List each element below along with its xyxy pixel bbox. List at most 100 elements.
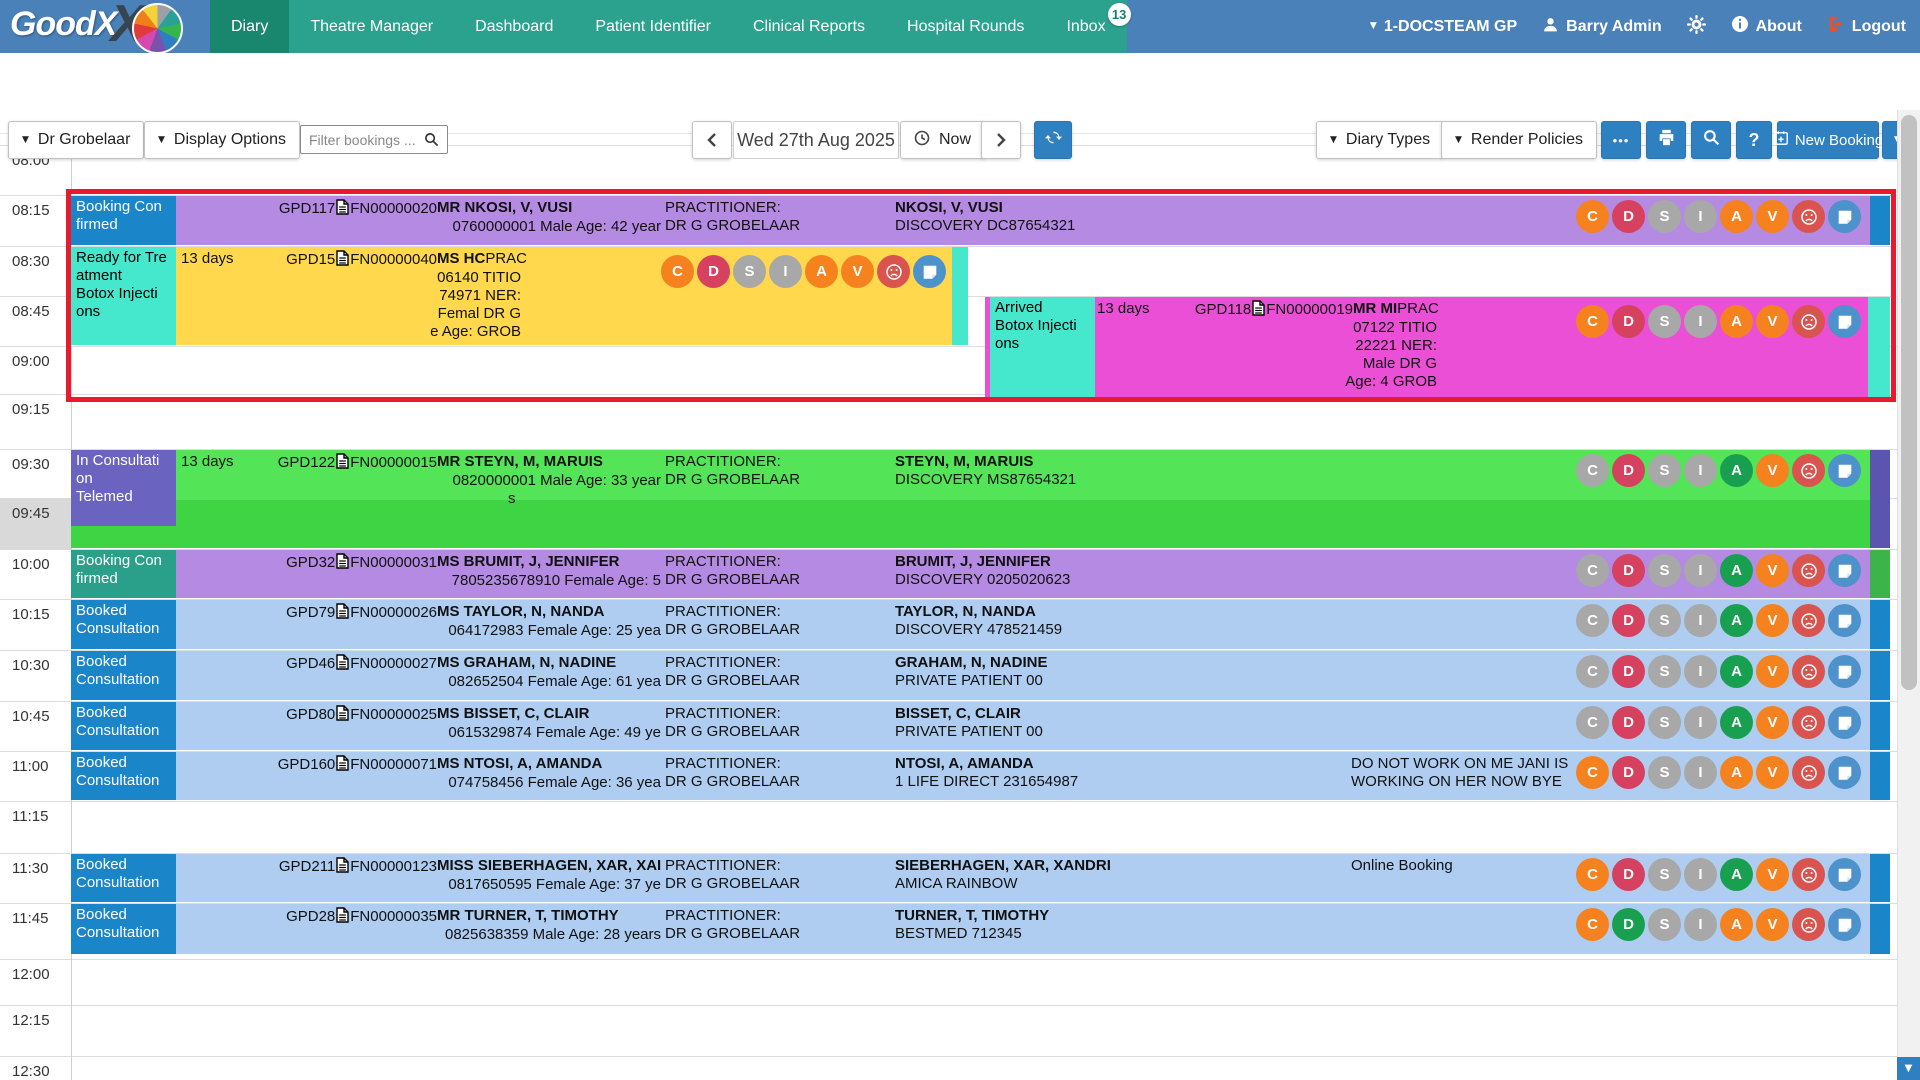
time-slot-row[interactable]: 11:15: [0, 801, 1897, 853]
time-slot-row[interactable]: 12:00: [0, 959, 1897, 1005]
action-button-a[interactable]: A: [805, 255, 838, 288]
settings-button[interactable]: [1687, 15, 1706, 39]
action-button-i[interactable]: I: [1684, 756, 1717, 789]
booking-mi[interactable]: ArrivedBotox Injections13 daysGPD118FN00…: [985, 297, 1890, 398]
time-slot-row[interactable]: 12:15: [0, 1005, 1897, 1056]
action-button-i[interactable]: I: [1684, 305, 1717, 338]
action-button-c[interactable]: C: [1576, 305, 1609, 338]
action-button-i[interactable]: I: [1684, 655, 1717, 688]
action-button-no-show-icon[interactable]: [1792, 554, 1825, 587]
about-button[interactable]: About: [1731, 15, 1802, 38]
action-button-s[interactable]: S: [1648, 604, 1681, 637]
action-button-note-icon[interactable]: [1828, 858, 1861, 891]
refresh-button[interactable]: [1034, 121, 1072, 159]
booking-sieberhagen[interactable]: BookedConsultationGPD211FN00000123MISS S…: [71, 854, 1890, 902]
scroll-down-button[interactable]: ▼: [1897, 1057, 1920, 1080]
action-button-d[interactable]: D: [1612, 604, 1645, 637]
action-button-a[interactable]: A: [1720, 604, 1753, 637]
action-button-s[interactable]: S: [1648, 305, 1681, 338]
practitioner-dropdown[interactable]: ▼ Dr Grobelaar: [8, 121, 144, 159]
action-button-a[interactable]: A: [1720, 305, 1753, 338]
action-button-d[interactable]: D: [1612, 655, 1645, 688]
action-button-v[interactable]: V: [1756, 554, 1789, 587]
action-button-c[interactable]: C: [1576, 554, 1609, 587]
action-button-note-icon[interactable]: [1828, 706, 1861, 739]
action-button-v[interactable]: V: [841, 255, 874, 288]
action-button-i[interactable]: I: [1684, 908, 1717, 941]
action-button-no-show-icon[interactable]: [1792, 756, 1825, 789]
action-button-note-icon[interactable]: [913, 255, 946, 288]
action-button-d[interactable]: D: [1612, 908, 1645, 941]
action-button-a[interactable]: A: [1720, 706, 1753, 739]
action-button-s[interactable]: S: [1648, 554, 1681, 587]
next-day-button[interactable]: [981, 121, 1021, 159]
booking-bisset[interactable]: BookedConsultationGPD80FN00000025MS BISS…: [71, 702, 1890, 750]
action-button-no-show-icon[interactable]: [1792, 908, 1825, 941]
action-button-s[interactable]: S: [1648, 706, 1681, 739]
more-actions-button[interactable]: •••: [1601, 121, 1641, 159]
action-button-v[interactable]: V: [1756, 908, 1789, 941]
action-button-v[interactable]: V: [1756, 604, 1789, 637]
action-button-i[interactable]: I: [1684, 200, 1717, 233]
diary-types-dropdown[interactable]: ▼ Diary Types: [1316, 121, 1444, 159]
action-button-v[interactable]: V: [1756, 756, 1789, 789]
action-button-c[interactable]: C: [1576, 908, 1609, 941]
action-button-i[interactable]: I: [1684, 454, 1717, 487]
action-button-d[interactable]: D: [1612, 554, 1645, 587]
action-button-a[interactable]: A: [1720, 554, 1753, 587]
nav-tab-patient-identifier[interactable]: Patient Identifier: [574, 0, 732, 53]
date-field[interactable]: Wed 27th Aug 2025: [733, 121, 899, 159]
booking-graham[interactable]: BookedConsultationGPD46FN00000027MS GRAH…: [71, 651, 1890, 700]
action-button-note-icon[interactable]: [1828, 454, 1861, 487]
action-button-note-icon[interactable]: [1828, 604, 1861, 637]
action-button-d[interactable]: D: [1612, 756, 1645, 789]
booking-ntosi[interactable]: BookedConsultationGPD160FN00000071MS NTO…: [71, 752, 1890, 800]
action-button-i[interactable]: I: [769, 255, 802, 288]
action-button-note-icon[interactable]: [1828, 200, 1861, 233]
action-button-c[interactable]: C: [1576, 706, 1609, 739]
action-button-note-icon[interactable]: [1828, 756, 1861, 789]
nav-tab-dashboard[interactable]: Dashboard: [454, 0, 574, 53]
action-button-i[interactable]: I: [1684, 706, 1717, 739]
booking-steyn[interactable]: In ConsultationTelemed13 daysGPD122FN000…: [71, 450, 1890, 548]
action-button-s[interactable]: S: [1648, 908, 1681, 941]
action-button-v[interactable]: V: [1756, 706, 1789, 739]
action-button-i[interactable]: I: [1684, 554, 1717, 587]
render-policies-dropdown[interactable]: ▼ Render Policies: [1441, 121, 1597, 159]
action-button-no-show-icon[interactable]: [1792, 305, 1825, 338]
action-button-s[interactable]: S: [1648, 200, 1681, 233]
action-button-d[interactable]: D: [1612, 200, 1645, 233]
action-button-no-show-icon[interactable]: [1792, 655, 1825, 688]
action-button-note-icon[interactable]: [1828, 655, 1861, 688]
action-button-d[interactable]: D: [1612, 305, 1645, 338]
booking-turner[interactable]: BookedConsultationGPD28FN00000035MR TURN…: [71, 904, 1890, 954]
action-button-d[interactable]: D: [1612, 858, 1645, 891]
action-button-a[interactable]: A: [1720, 200, 1753, 233]
action-button-i[interactable]: I: [1684, 858, 1717, 891]
booking-brumit[interactable]: Booking ConfirmedGPD32FN00000031MS BRUMI…: [71, 550, 1890, 598]
print-button[interactable]: [1646, 121, 1686, 159]
display-options-dropdown[interactable]: ▼ Display Options: [144, 121, 300, 159]
action-button-no-show-icon[interactable]: [1792, 858, 1825, 891]
action-button-s[interactable]: S: [1648, 858, 1681, 891]
booking-hc[interactable]: Ready for TreatmentBotox Injections13 da…: [71, 247, 968, 345]
practice-selector[interactable]: ▼ 1-DOCSTEAM GP: [1370, 18, 1517, 36]
action-button-s[interactable]: S: [733, 255, 766, 288]
time-slot-row[interactable]: 09:15: [0, 394, 1897, 449]
action-button-a[interactable]: A: [1720, 655, 1753, 688]
action-button-v[interactable]: V: [1756, 454, 1789, 487]
action-button-no-show-icon[interactable]: [1792, 454, 1825, 487]
action-button-a[interactable]: A: [1720, 756, 1753, 789]
action-button-c[interactable]: C: [1576, 858, 1609, 891]
action-button-c[interactable]: C: [1576, 655, 1609, 688]
action-button-no-show-icon[interactable]: [877, 255, 910, 288]
action-button-v[interactable]: V: [1756, 858, 1789, 891]
action-button-c[interactable]: C: [1576, 756, 1609, 789]
booking-taylor[interactable]: BookedConsultationGPD79FN00000026MS TAYL…: [71, 600, 1890, 649]
action-button-no-show-icon[interactable]: [1792, 604, 1825, 637]
action-button-d[interactable]: D: [1612, 706, 1645, 739]
action-button-c[interactable]: C: [1576, 454, 1609, 487]
search-button[interactable]: [1691, 121, 1731, 159]
action-button-a[interactable]: A: [1720, 454, 1753, 487]
action-button-note-icon[interactable]: [1828, 305, 1861, 338]
